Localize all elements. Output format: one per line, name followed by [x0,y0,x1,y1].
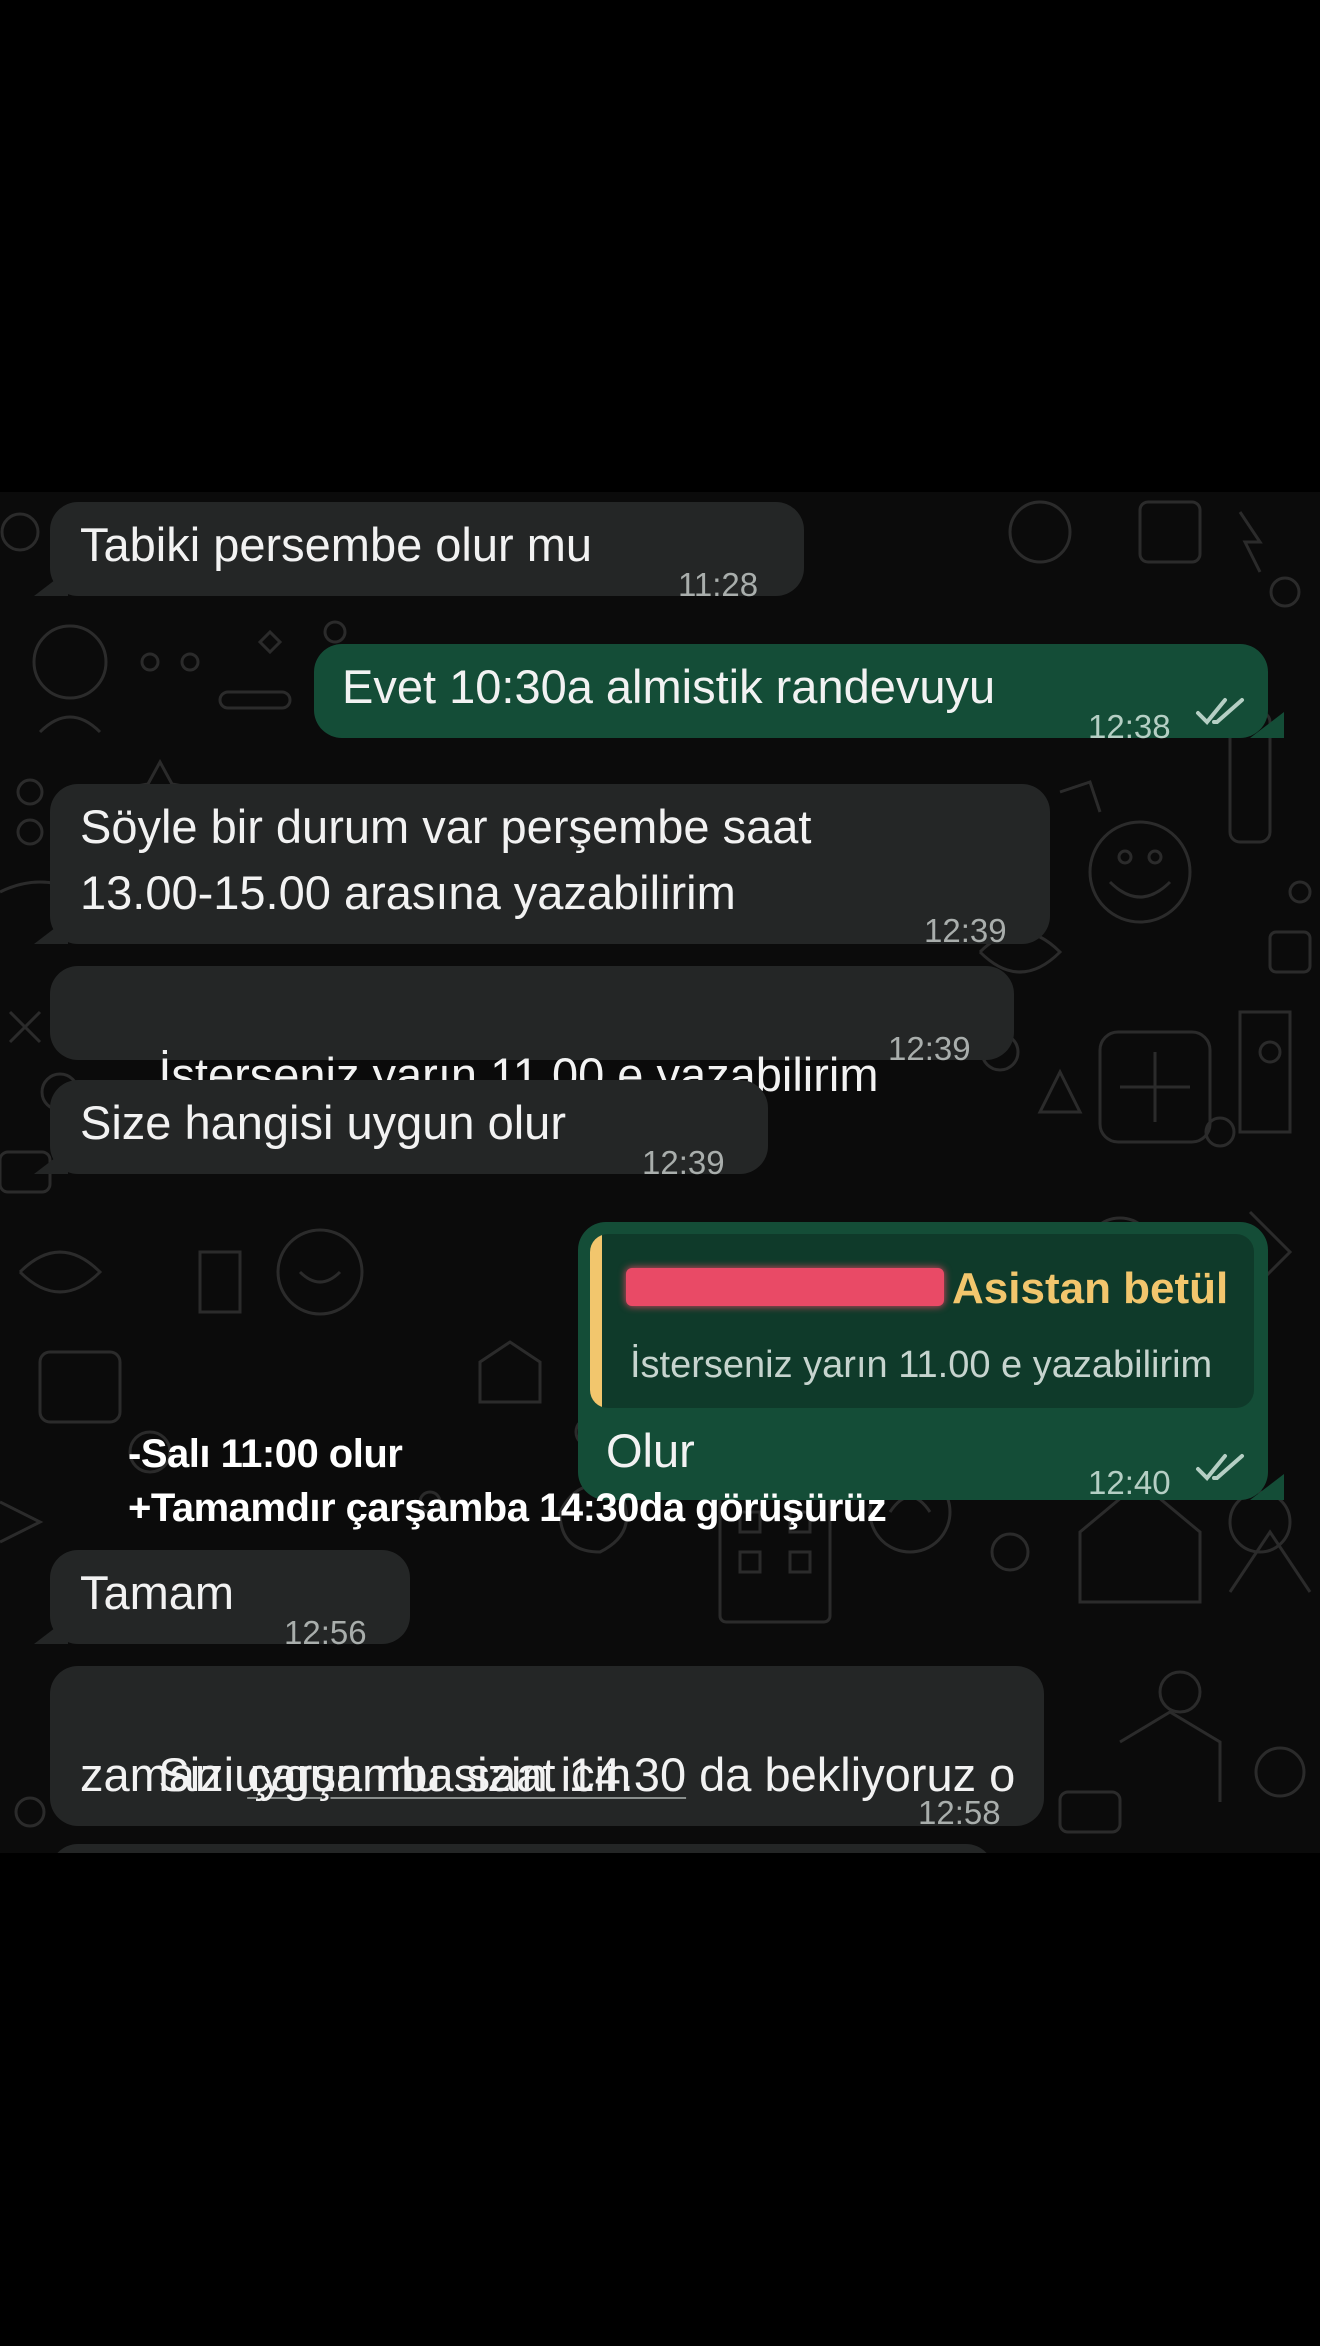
message-outgoing[interactable]: Evet 10:30a almistik randevuyu 12:38 [314,644,1268,745]
message-incoming[interactable]: İsterseniz yarın 11.00 e yazabilirim 12:… [50,966,1014,1101]
message-incoming[interactable]: Söyle bir durum var perşembe saat 13.00-… [34,784,1050,949]
message-text: Tabiki persembe olur mu [80,518,592,571]
message-text-line1: Söyle bir durum var perşembe saat [80,800,812,853]
quoted-message[interactable]: Asistan betül İsterseniz yarın 11.00 e y… [590,1234,1254,1408]
message-time: 12:40 [1088,1464,1171,1501]
message-text-line2: 13.00-15.00 arasına yazabilirim [80,866,736,919]
quoted-sender-name: Asistan betül [952,1264,1229,1313]
message-text: Size hangisi uygun olur [80,1096,566,1149]
redacted-name [626,1268,944,1306]
message-incoming[interactable]: Tabiki persembe olur mu 11:28 [34,502,804,603]
message-text-line2: zaman uygun mu sizin icin [80,1748,632,1801]
message-text: Tamam [80,1566,235,1619]
message-incoming[interactable]: Sizi çarşamba saat 14.30 da bekliyoruz o… [50,1666,1044,1831]
message-time: 12:39 [924,912,1007,949]
overlay-caption-line2: +Tamamdır çarşamba 14:30da görüşürüz [128,1486,887,1530]
double-check-icon [1196,1454,1244,1481]
message-text: Evet 10:30a almistik randevuyu [342,660,996,713]
double-check-icon [1196,698,1244,725]
message-time: 11:28 [678,566,759,603]
message-time: 12:58 [918,1794,1001,1831]
message-incoming[interactable]: Tamam 12:56 [34,1550,410,1651]
quote-accent-bar [590,1234,602,1408]
message-incoming-partial[interactable] [50,1844,994,1853]
message-time: 12:39 [888,1030,971,1067]
overlay-caption-line1: -Salı 11:00 olur [128,1432,403,1476]
message-time: 12:38 [1088,708,1171,745]
message-time: 12:39 [642,1144,725,1181]
message-time: 12:56 [284,1614,367,1651]
quoted-text: İsterseniz yarın 11.00 e yazabilirim [630,1344,1213,1386]
chat-area[interactable]: Tabiki persembe olur mu 11:28 Evet 10:30… [0,492,1320,1853]
message-text: Olur [606,1424,695,1477]
message-outgoing-reply[interactable]: Asistan betül İsterseniz yarın 11.00 e y… [578,1222,1268,1501]
message-incoming[interactable]: Size hangisi uygun olur 12:39 [34,1080,768,1181]
